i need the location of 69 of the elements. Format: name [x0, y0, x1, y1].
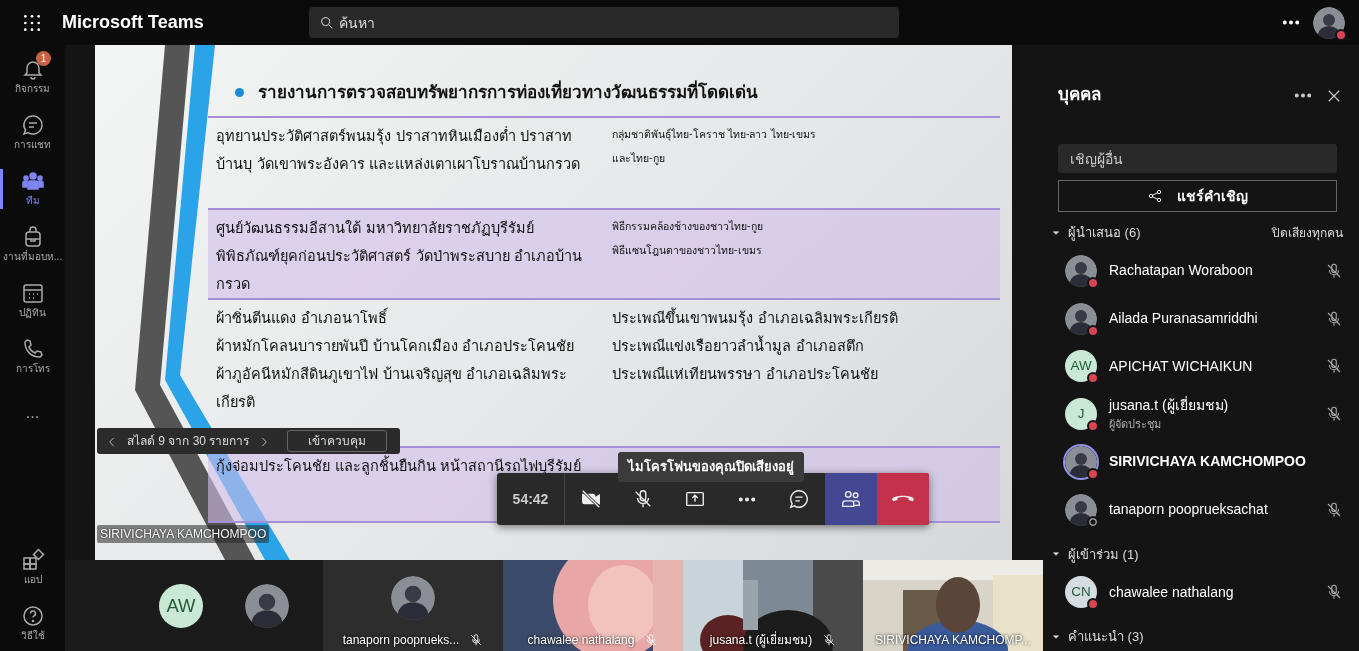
participant-name: jusana.t (ผู้เยี่ยมชม): [709, 631, 813, 649]
rail-item[interactable]: วิธีใช้: [0, 595, 65, 651]
participant-role: ผู้จัดประชุม: [1109, 417, 1162, 433]
more-icon: [1295, 93, 1311, 99]
participant-name: tanaporn pooprueks...: [342, 632, 460, 649]
chat-icon: [788, 488, 810, 510]
rail-item[interactable]: การโทร: [0, 328, 65, 385]
avatar-initials: J: [1065, 398, 1097, 431]
participant-name: APICHAT WICHAIKUN: [1109, 356, 1253, 376]
rail-item[interactable]: ปฏิทิน: [0, 272, 65, 329]
presenter-name: SIRIVICHAYA KAMCHOMPOO: [97, 525, 270, 543]
participant-name: jusana.t (ผู้เยี่ยมชม): [1109, 395, 1229, 416]
apps-icon: [20, 547, 45, 572]
rail-item[interactable]: การแชท: [0, 104, 65, 161]
participant-name: chawalee nathalang: [1109, 582, 1234, 602]
rail-item[interactable]: กิจกรรม 1: [0, 48, 65, 105]
people-icon: [840, 488, 862, 510]
table-cell-text: ศูนย์วัฒนธรรมอีสานใต้ มหาวิทยาลัยราชภัฏบุรีรัมย์ พิพิธภัณฑ์ยุคก่อนประวัติศาสตร์ วัดป่าพระสบาย อำเภอบ้าน กรวด: [216, 219, 583, 294]
section-header[interactable]: ผู้เข้าร่วม (1): [1068, 544, 1139, 565]
slide-title: รายงานการตรวจสอบทรัพยากรการท่องเที่ยวทางวัฒนธรรมที่โดดเด่น: [258, 80, 758, 104]
avatar-icon: [391, 575, 435, 620]
avatar-icon: [1065, 445, 1097, 478]
participant-name: tanaporn pooprueksachat: [1109, 500, 1268, 520]
rail-item[interactable]: ทีม: [0, 160, 65, 217]
calendar-icon: [20, 281, 45, 305]
people-button[interactable]: [825, 473, 877, 525]
app-title: Microsoft Teams: [62, 11, 204, 34]
tooltip: ไมโครโฟนของคุณปิดเสียงอยู่: [618, 452, 804, 482]
avatar-initials: AW: [159, 583, 203, 628]
call-timer: 54:42: [497, 473, 565, 525]
table-cell: ผ้าซิ่นตีนแดง อำเภอนาโพธิ์ ผ้าหมักโคลนบารายพันปี บ้านโคกเมือง อำเภอประโคนชัย ผ้าภูอัคนีหมักสีดินภูเขาไฟ บ้านเจริญสุข อำเภอเฉลิมพระ เกียรติ: [216, 304, 575, 416]
rail-item[interactable]: งานที่มอบห...: [0, 216, 65, 273]
participant-name: SIRIVICHAYA KAMCHOMPOO: [1109, 452, 1306, 472]
avatar-icon: [245, 583, 289, 628]
help-icon: [20, 603, 45, 628]
participant-name: Ailada Puranasamriddhi: [1109, 309, 1258, 329]
table-cell-text: อุทยานประวัติศาสตร์พนมรุ้ง ปราสาทหินเมืองต่ำ ปราสาท บ้านบุ วัดเขาพระอังคาร และแหล่งเตาเผาโบราณบ้านกรวด: [216, 125, 581, 175]
avatar-initials: CN: [1065, 576, 1097, 609]
search-icon: [318, 15, 335, 31]
search-field[interactable]: ค้นหา: [308, 7, 899, 38]
panel-title: บุคคล: [1058, 84, 1101, 107]
camera-off-icon: [580, 488, 602, 510]
invite-field[interactable]: เชิญผู้อื่น: [1058, 144, 1337, 174]
share-icon: [1147, 188, 1163, 205]
avatar-icon: [1065, 493, 1097, 526]
take-control-button[interactable]: เข้าควบคุม: [287, 430, 388, 452]
chat-icon: [20, 113, 45, 137]
table-cell-text: กลุ่มชาติพันธุ์ไทย-โคราช ไทย-ลาว ไทย-เขมร และไทย-กูย: [612, 127, 817, 167]
hang-up-icon: [892, 495, 914, 503]
avatar-icon: [1313, 6, 1345, 39]
more-icon: [739, 496, 755, 502]
avatar-icon: [1065, 254, 1097, 287]
notification-badge: 1: [36, 50, 51, 66]
share-invite-button[interactable]: แชร์คำเชิญ: [1058, 180, 1337, 213]
app-launcher-icon[interactable]: [22, 12, 42, 33]
section-header[interactable]: ผู้นำเสนอ (6): [1068, 223, 1141, 243]
section-header[interactable]: คำแนะนำ (3): [1068, 627, 1144, 647]
table-cell: ประเพณีขึ้นเขาพนมรุ้ง อำเภอเฉลิมพระเกียรติ ประเพณีแข่งเรือยาวลำน้ำมูล อำเภอสตึก ประเพณีแห่เทียนพรรษา อำเภอประโคนชัย: [612, 304, 898, 388]
slide-counter: สไลด์ 9 จาก 30 รายการ: [127, 433, 250, 450]
bullet-icon: [235, 88, 244, 98]
more-icon[interactable]: [1283, 20, 1299, 25]
rail-item[interactable]: แอป: [0, 539, 65, 595]
mute-all-link[interactable]: ปิดเสียงทุกคน: [1272, 224, 1343, 243]
participant-name: Rachatapan Woraboon: [1109, 261, 1253, 281]
avatar-icon: [1065, 302, 1097, 335]
team-icon: [20, 169, 45, 193]
rail-item[interactable]: ...: [0, 384, 65, 441]
avatar-initials: AW: [1065, 350, 1097, 383]
table-cell-text: พิธีกรรมคล้องช้างของชาวไทย-กูย พิธีแซนโฎนตาของชาวไทย-เขมร: [612, 219, 763, 258]
